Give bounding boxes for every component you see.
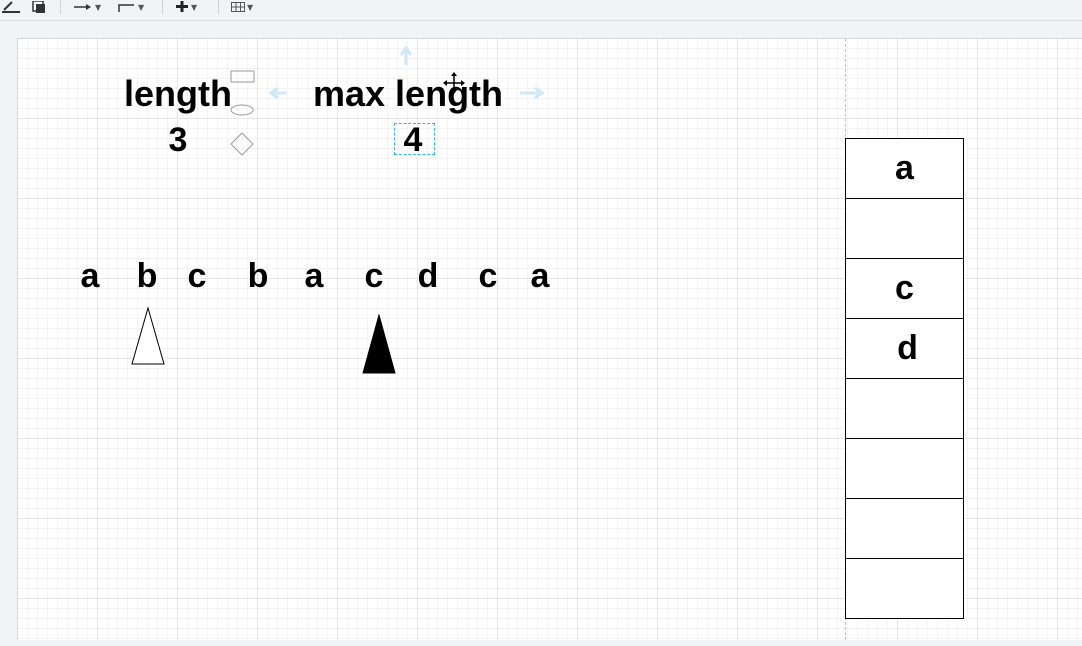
chevron-down-icon: ▼	[138, 2, 145, 12]
arrow-up-hint-icon[interactable]	[398, 45, 414, 67]
table-cell[interactable]	[845, 498, 964, 558]
chevron-down-icon: ▼	[247, 2, 254, 12]
sequence-letter[interactable]: c	[180, 256, 214, 296]
sequence-letter[interactable]: a	[73, 256, 107, 296]
sequence-letter[interactable]: a	[297, 256, 331, 296]
length-value[interactable]: 3	[158, 120, 198, 160]
table-cell[interactable]	[845, 558, 964, 619]
table-cell[interactable]: c	[845, 258, 964, 318]
sequence-letter[interactable]: d	[411, 256, 445, 296]
table-cell[interactable]	[845, 198, 964, 258]
sequence-letter[interactable]: b	[241, 256, 275, 296]
connection-arrow-icon	[74, 4, 91, 10]
table-cell[interactable]: d	[845, 318, 964, 378]
line-color-button[interactable]	[2, 0, 20, 14]
table-cell[interactable]	[845, 438, 964, 498]
insert-button[interactable]: ▼	[175, 0, 197, 14]
table-icon	[231, 2, 245, 12]
max-length-label[interactable]: max length	[313, 74, 503, 114]
left-pointer-triangle[interactable]	[131, 306, 167, 366]
rectangle-shape-icon	[230, 70, 255, 83]
waypoint-style-icon	[118, 4, 134, 12]
diamond-shape-icon	[230, 132, 254, 156]
shadow-button[interactable]	[32, 0, 46, 14]
selection-box[interactable]	[394, 123, 435, 155]
connection-button[interactable]: ▼	[73, 0, 101, 14]
right-pointer-triangle[interactable]	[362, 314, 398, 374]
toolbar-separator	[162, 0, 163, 14]
toolbar: ▼ ▼ ▼ ▼	[0, 0, 1082, 21]
shadow-icon	[32, 1, 45, 13]
arrow-right-hint-icon[interactable]	[518, 86, 546, 100]
sequence-letter[interactable]: c	[471, 256, 505, 296]
table-cell[interactable]	[845, 378, 964, 438]
ellipse-shape-icon	[230, 104, 254, 116]
length-label[interactable]: length	[124, 74, 232, 114]
move-cursor-icon	[443, 72, 465, 94]
sequence-letter[interactable]: c	[357, 256, 391, 296]
shape-picker-hint[interactable]	[228, 67, 258, 159]
diagram-canvas[interactable]: length 3 max length 4 a b c b a c d c a …	[17, 38, 1082, 640]
sequence-letter[interactable]: b	[130, 256, 164, 296]
line-color-icon	[2, 1, 20, 13]
table-cell[interactable]: a	[845, 138, 964, 198]
window-set-table[interactable]: a c d	[845, 138, 964, 619]
arrow-left-hint-icon[interactable]	[268, 86, 288, 100]
table-button[interactable]: ▼	[231, 0, 253, 14]
toolbar-separator	[60, 0, 61, 14]
chevron-down-icon: ▼	[191, 2, 198, 12]
insert-plus-icon	[176, 1, 188, 12]
chevron-down-icon: ▼	[95, 2, 102, 12]
sequence-letter[interactable]: a	[523, 256, 557, 296]
waypoints-button[interactable]: ▼	[118, 0, 144, 14]
toolbar-separator	[218, 0, 219, 14]
